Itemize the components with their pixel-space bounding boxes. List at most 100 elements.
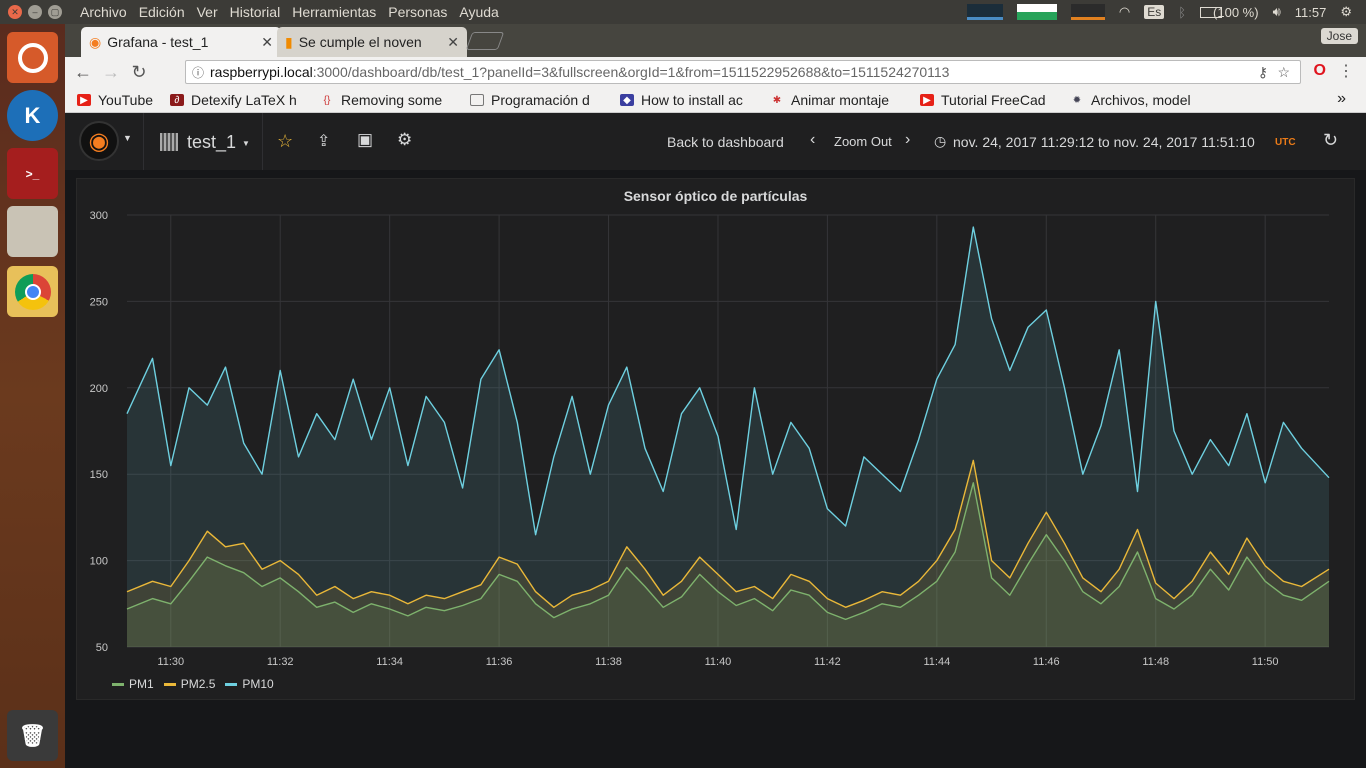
refresh-icon[interactable]: ↻	[1323, 130, 1338, 151]
x-tick-label: 11:38	[595, 656, 622, 668]
graph-panel: Sensor óptico de partículas 50 100 150 200 2…	[76, 178, 1355, 700]
bookmark-animar[interactable]: ✱ Animar montaje	[770, 92, 904, 108]
menu-ayuda[interactable]: Ayuda	[459, 4, 498, 20]
youtube-icon: ▶	[77, 94, 91, 106]
system-tray: ◠ Es ᛒ (100 %) 🔊︎ 11:57 ⚙	[966, 0, 1366, 24]
settings-gear-icon[interactable]: ⚙	[397, 130, 412, 150]
chrome-menu-icon[interactable]: ⋮	[1338, 61, 1354, 81]
terminal-icon[interactable]: >_	[7, 148, 58, 199]
menu-ver[interactable]: Ver	[197, 4, 218, 20]
y-tick-label: 300	[90, 210, 108, 222]
x-tick-label: 11:46	[1033, 656, 1060, 668]
url-path: :3000/dashboard/db/test_1?panelId=3&full…	[312, 64, 950, 80]
archivos-icon: ✹	[1072, 94, 1082, 106]
bookmark-youtube[interactable]: ▶ YouTube	[77, 92, 161, 108]
os-top-panel: ✕ – ▢ Archivo Edición Ver Historial Herr…	[0, 0, 1366, 24]
settings-gear-icon[interactable]: ⚙	[1340, 4, 1352, 20]
forward-arrow-icon[interactable]: →	[97, 62, 125, 83]
info-icon[interactable]: ⓘ	[192, 64, 204, 81]
x-tick-label: 11:44	[923, 656, 950, 668]
back-arrow-icon[interactable]: ←	[69, 62, 97, 83]
code-braces-icon: {}	[323, 94, 331, 106]
volume-icon[interactable]: 🔊︎	[1273, 4, 1281, 20]
legend-swatch	[225, 682, 238, 686]
address-bar[interactable]: ⓘ raspberrypi.local:3000/dashboard/db/te…	[185, 60, 1301, 84]
bookmark-howto[interactable]: ◆ How to install ac	[620, 92, 758, 108]
opera-extension-icon[interactable]: O	[1314, 62, 1326, 80]
legend-item-pm10[interactable]: PM10	[225, 677, 274, 691]
tab-label: Grafana - test_1	[107, 34, 209, 50]
memory-monitor-icon[interactable]	[1016, 4, 1057, 20]
trash-icon[interactable]: 🗑	[7, 710, 58, 761]
menu-edicion[interactable]: Edición	[139, 4, 185, 20]
kate-editor-icon[interactable]: K	[7, 90, 58, 141]
keyboard-layout[interactable]: Es	[1144, 5, 1165, 19]
menu-archivo[interactable]: Archivo	[80, 4, 127, 20]
wifi-icon[interactable]: ◠	[1119, 4, 1130, 20]
ubuntu-launcher: K >_ 🗑	[0, 24, 65, 768]
x-tick-label: 11:42	[814, 656, 841, 668]
tab-second[interactable]: ▮ Se cumple el noven ✕	[277, 27, 467, 57]
cpu-monitor-icon[interactable]	[966, 4, 1003, 20]
legend-item-pm25[interactable]: PM2.5	[163, 677, 215, 691]
menu-personas[interactable]: Personas	[388, 4, 447, 20]
bookmarks-overflow-icon[interactable]: »	[1337, 90, 1346, 108]
legend-item-pm1[interactable]: PM1	[112, 677, 154, 691]
bookmarks-bar: ▶ YouTube ∂ Detexify LaTeX h {} Removing so…	[65, 87, 1366, 113]
divider	[143, 113, 144, 170]
window-close-icon[interactable]: ✕	[8, 5, 22, 19]
youtube-icon: ▶	[920, 94, 934, 106]
x-tick-label: 11:34	[376, 656, 403, 668]
x-tick-label: 11:36	[486, 656, 513, 668]
howto-icon: ◆	[620, 94, 634, 106]
chrome-icon[interactable]	[7, 266, 58, 317]
tab-close-icon[interactable]: ✕	[447, 34, 459, 51]
tab-close-icon[interactable]: ✕	[261, 34, 273, 51]
reload-icon[interactable]: ↻	[125, 62, 153, 83]
save-icon[interactable]: ▣	[357, 130, 373, 150]
bookmark-removing[interactable]: {} Removing some	[320, 92, 453, 108]
menu-herramientas[interactable]: Herramientas	[292, 4, 376, 20]
legend-swatch	[163, 682, 176, 686]
dashboard-grid-icon[interactable]	[160, 133, 178, 151]
new-tab-button[interactable]	[465, 32, 505, 50]
time-range-picker[interactable]: nov. 24, 2017 11:29:12 to nov. 24, 2017 …	[953, 134, 1255, 150]
ubuntu-dash-icon[interactable]	[7, 32, 58, 83]
bluetooth-icon[interactable]: ᛒ	[1178, 5, 1186, 20]
profile-name[interactable]: Jose	[1320, 28, 1358, 44]
bookmark-archivos[interactable]: ✹ Archivos, model	[1070, 92, 1210, 108]
divider	[262, 113, 263, 170]
tab-favicon-icon: ▮	[285, 33, 293, 50]
tab-label: Se cumple el noven	[298, 34, 422, 50]
file-manager-icon[interactable]	[7, 206, 58, 257]
legend-swatch	[112, 682, 124, 686]
caret-down-icon[interactable]: ▼	[123, 133, 132, 143]
bookmark-programacion[interactable]: Programación d	[470, 92, 605, 108]
window-minimize-icon[interactable]: –	[28, 5, 42, 19]
x-tick-label: 11:48	[1142, 656, 1169, 668]
back-to-dashboard-button[interactable]: Back to dashboard	[667, 134, 784, 150]
star-icon[interactable]: ☆	[277, 131, 293, 152]
bookmark-star-icon[interactable]: ☆	[1277, 64, 1290, 81]
bookmark-freecad[interactable]: ▶ Tutorial FreeCad	[920, 92, 1055, 108]
window-maximize-icon[interactable]: ▢	[48, 5, 62, 19]
detexify-icon: ∂	[170, 94, 184, 106]
caret-down-icon[interactable]: ▼	[242, 139, 250, 148]
chevron-left-icon[interactable]: ‹	[810, 131, 815, 149]
browser-toolbar: ← → ↻ ⓘ raspberrypi.local:3000/dashboard…	[65, 57, 1366, 87]
grafana-logo-icon[interactable]: ◉	[79, 121, 119, 161]
y-tick-label: 50	[96, 642, 108, 654]
animar-icon: ✱	[772, 94, 782, 106]
clock[interactable]: 11:57	[1295, 5, 1327, 20]
tab-grafana[interactable]: ◉ Grafana - test_1 ✕	[81, 27, 281, 57]
zoom-out-button[interactable]: Zoom Out	[834, 134, 892, 149]
chart-svg[interactable]: 50 100 150 200 250 300 11:30 11:32 11:34 11:36 11:…	[77, 179, 1354, 699]
key-icon[interactable]: ⚷	[1258, 64, 1268, 81]
dashboard-title[interactable]: test_1	[187, 132, 236, 153]
menu-historial[interactable]: Historial	[230, 4, 281, 20]
bookmark-detexify[interactable]: ∂ Detexify LaTeX h	[170, 92, 307, 108]
share-icon[interactable]: ⇪	[317, 131, 330, 151]
y-tick-label: 100	[90, 556, 108, 568]
chevron-right-icon[interactable]: ›	[905, 131, 910, 149]
net-monitor-icon[interactable]	[1070, 4, 1105, 20]
